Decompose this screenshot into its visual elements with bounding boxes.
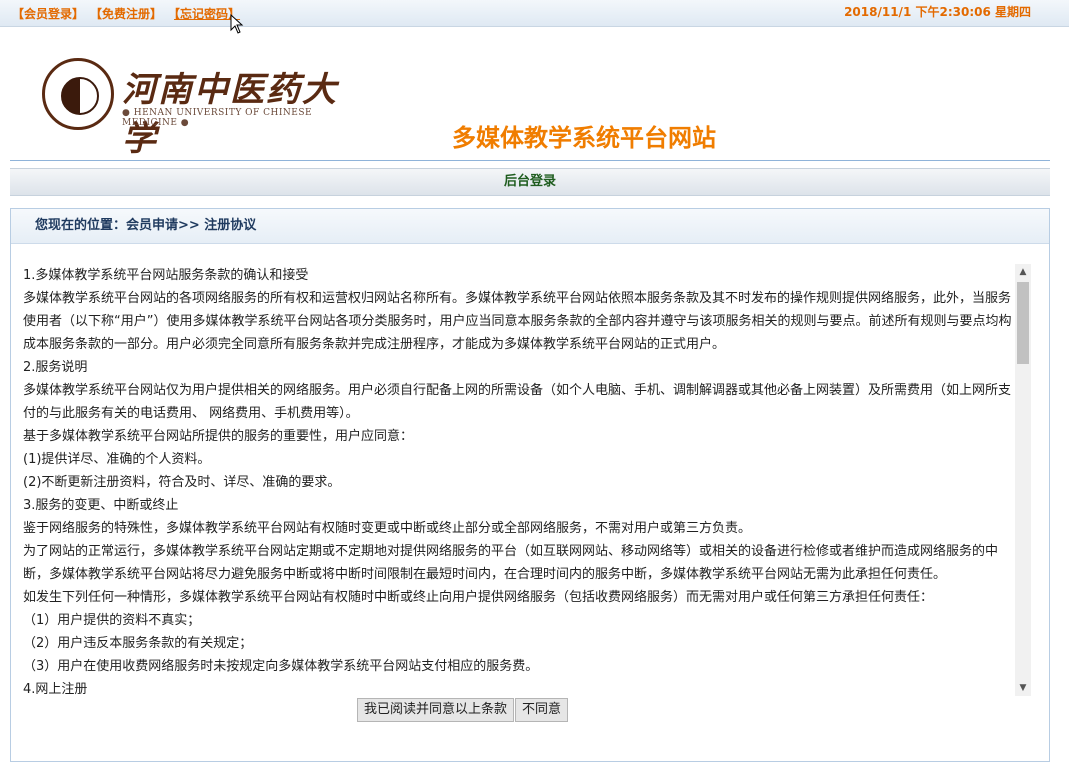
agreement-line: (1)提供详尽、准确的个人资料。 bbox=[23, 452, 211, 467]
datetime-display: 2018/11/1 下午2:30:06 星期四 bbox=[844, 5, 1031, 19]
agreement-line: 多媒体教学系统平台网站的各项网络服务的所有权和运营权归网站名称所有。多媒体教学系… bbox=[23, 291, 1012, 352]
admin-login-bar: 后台登录 bbox=[10, 168, 1050, 196]
agree-button[interactable]: 我已阅读并同意以上条款 bbox=[357, 698, 515, 722]
agreement-textarea[interactable]: 1.多媒体教学系统平台网站服务条款的确认和接受 多媒体教学系统平台网站的各项网络… bbox=[23, 264, 1013, 696]
free-register-link[interactable]: 【免费注册】 bbox=[96, 7, 162, 21]
logo-english-name: ● HENAN UNIVERSITY OF CHINESE MEDICINE ● bbox=[122, 108, 313, 128]
member-login-link[interactable]: 【会员登录】 bbox=[12, 7, 84, 21]
agreement-line: 鉴于网络服务的特殊性，多媒体教学系统平台网站有权随时变更或中断或终止部分或全部网… bbox=[23, 521, 752, 536]
agreement-line: 2.服务说明 bbox=[23, 360, 88, 375]
agreement-line: 1.多媒体教学系统平台网站服务条款的确认和接受 bbox=[23, 268, 309, 283]
agreement-line: 为了网站的正常运行，多媒体教学系统平台网站定期或不定期地对提供网络服务的平台（如… bbox=[23, 544, 999, 582]
agreement-line: 如发生下列任何一种情形，多媒体教学系统平台网站有权随时中断或终止向用户提供网络服… bbox=[23, 590, 934, 605]
disagree-button[interactable]: 不同意 bbox=[515, 698, 569, 722]
university-seal-icon bbox=[42, 58, 114, 130]
breadcrumb-text: 您现在的位置：会员申请>> 注册协议 bbox=[35, 218, 257, 233]
admin-login-link[interactable]: 后台登录 bbox=[504, 174, 556, 189]
agreement-line: (2)不断更新注册资料，符合及时、详尽、准确的要求。 bbox=[23, 475, 341, 490]
site-title: 多媒体教学系统平台网站 bbox=[452, 124, 716, 152]
scroll-thumb[interactable] bbox=[1017, 282, 1029, 364]
content-panel: 您现在的位置：会员申请>> 注册协议 1.多媒体教学系统平台网站服务条款的确认和… bbox=[10, 208, 1050, 762]
agreement-line: （1）用户提供的资料不真实； bbox=[23, 613, 201, 628]
top-links: 【会员登录】 【免费注册】 【忘记密码】 bbox=[12, 5, 252, 22]
mouse-cursor-icon bbox=[230, 14, 244, 34]
agreement-line: （3）用户在使用收费网络服务时未按规定向多媒体教学系统平台网站支付相应的服务费。 bbox=[23, 659, 539, 674]
scroll-down-icon[interactable]: ▼ bbox=[1015, 680, 1031, 696]
agreement-line: 4.网上注册 bbox=[23, 682, 88, 696]
agreement-line: 多媒体教学系统平台网站仅为用户提供相关的网络服务。用户必须自行配备上网的所需设备… bbox=[23, 383, 1012, 421]
top-bar: 【会员登录】 【免费注册】 【忘记密码】 2018/11/1 下午2:30:06 星… bbox=[0, 0, 1069, 27]
breadcrumb: 您现在的位置：会员申请>> 注册协议 bbox=[11, 209, 1049, 244]
agreement-scrollbar[interactable]: ▲ ▼ bbox=[1015, 264, 1031, 696]
scroll-up-icon[interactable]: ▲ bbox=[1015, 264, 1031, 280]
agreement-line: 3.服务的变更、中断或终止 bbox=[23, 498, 179, 513]
header-divider bbox=[10, 160, 1050, 161]
agreement-line: （2）用户违反本服务条款的有关规定； bbox=[23, 636, 253, 651]
agreement-line: 基于多媒体教学系统平台网站所提供的服务的重要性，用户应同意： bbox=[23, 429, 414, 444]
university-logo: 河南中医药大学 ● HENAN UNIVERSITY OF CHINESE ME… bbox=[42, 58, 342, 159]
agreement-buttons: 我已阅读并同意以上条款 不同意 bbox=[357, 698, 569, 722]
